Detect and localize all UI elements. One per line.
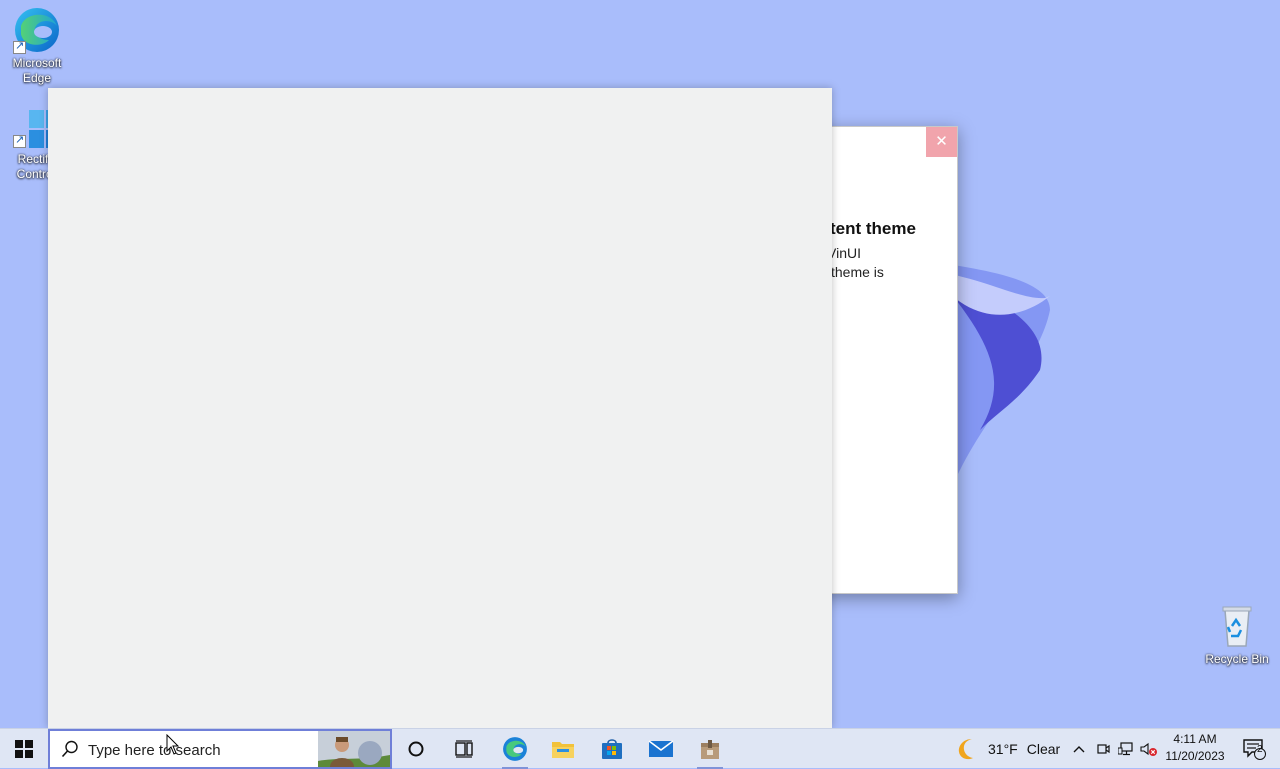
taskbar-mail[interactable] (640, 729, 682, 769)
notification-count-badge: 2 (1257, 744, 1263, 755)
app-package-icon (701, 740, 719, 759)
dialog-heading: tent theme (830, 219, 916, 238)
weather-condition: Clear (1026, 741, 1061, 757)
shortcut-arrow-icon (13, 39, 26, 54)
taskbar-file-explorer[interactable] (542, 729, 584, 769)
network-icon (1118, 742, 1133, 756)
tray-meet-now[interactable] (1092, 729, 1114, 769)
volume-muted-icon (1140, 742, 1157, 756)
store-icon (602, 739, 622, 759)
dialog-text-line: VinUI (827, 245, 861, 261)
desktop: Microsoft Edge Rectify Control Recycle B… (0, 0, 1280, 728)
tray-network[interactable] (1115, 729, 1137, 769)
recycle-bin-icon (1213, 602, 1261, 650)
cortana-icon (408, 741, 424, 757)
tray-volume[interactable] (1138, 729, 1160, 769)
edge-icon (13, 6, 61, 54)
search-input[interactable] (88, 739, 308, 761)
taskbar-app-package[interactable] (689, 729, 731, 769)
cortana-button[interactable] (396, 729, 436, 769)
chevron-up-icon (1073, 746, 1085, 753)
taskbar-store[interactable] (591, 729, 633, 769)
mail-icon (648, 740, 674, 757)
dialog-text-line: theme is (831, 264, 884, 280)
search-highlight-image (318, 731, 390, 767)
notification-center-button[interactable]: 2 (1234, 729, 1274, 769)
show-hidden-icons-button[interactable] (1068, 729, 1090, 769)
clock-time: 4:11 AM (1173, 732, 1217, 746)
edge-icon (503, 737, 527, 761)
mouse-cursor-icon (166, 734, 180, 755)
desktop-icon-label: Recycle Bin (1205, 652, 1269, 666)
close-icon: ✕ (935, 133, 948, 150)
close-button[interactable]: ✕ (926, 127, 957, 157)
start-button[interactable] (0, 729, 48, 769)
clock-date: 11/20/2023 (1165, 749, 1225, 763)
taskbar-edge[interactable] (494, 729, 536, 769)
blank-app-window[interactable] (48, 88, 832, 728)
task-view-icon (455, 740, 473, 758)
camera-icon (1097, 744, 1110, 754)
shortcut-arrow-icon (13, 133, 26, 148)
search-icon (61, 740, 78, 758)
task-view-button[interactable] (444, 729, 484, 769)
weather-widget[interactable]: 31°F Clear (954, 729, 1064, 769)
taskbar: 31°F Clear 4:11 AM 11/20/2023 (0, 728, 1280, 769)
file-explorer-icon (552, 742, 574, 758)
desktop-icon-edge[interactable]: Microsoft Edge (0, 6, 74, 86)
moon-icon (958, 739, 973, 760)
desktop-icon-recycle-bin[interactable]: Recycle Bin (1200, 602, 1274, 667)
taskbar-clock[interactable]: 4:11 AM 11/20/2023 (1160, 731, 1230, 765)
weather-temperature: 31°F (988, 741, 1018, 757)
taskbar-search-box[interactable] (48, 729, 392, 769)
windows-logo-icon (15, 740, 33, 758)
desktop-icon-label: Microsoft Edge (12, 56, 62, 85)
